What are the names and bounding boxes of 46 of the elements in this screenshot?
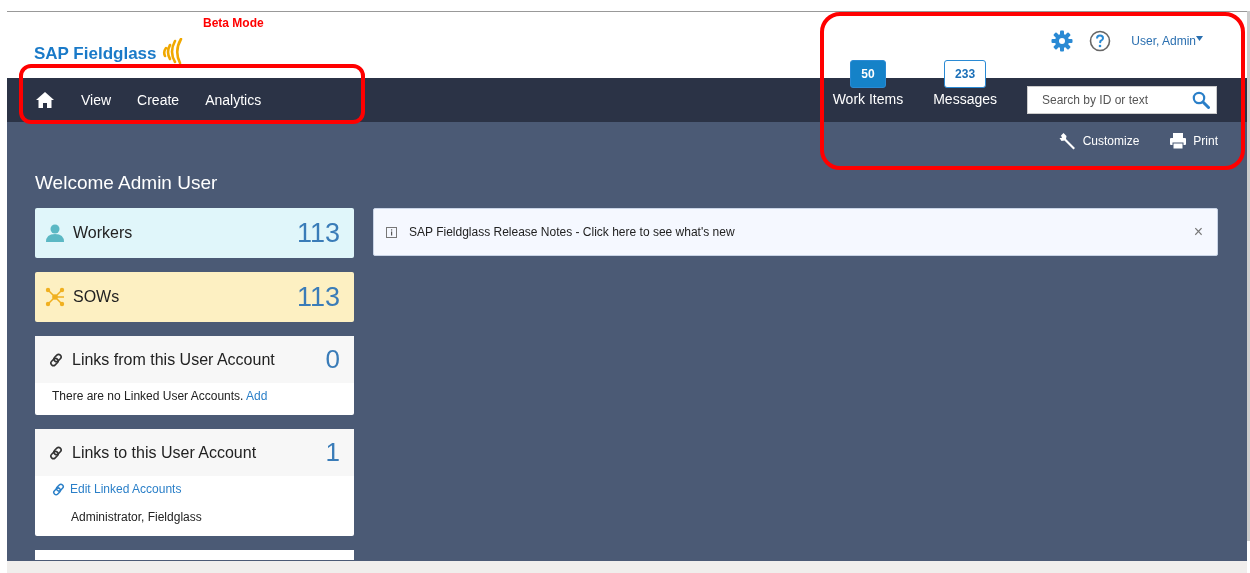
summary-tile[interactable]: Workers 113 xyxy=(35,208,354,258)
tile-label: Workers xyxy=(73,224,134,242)
logo[interactable]: SAP Fieldglass xyxy=(34,44,157,64)
release-notes-banner[interactable]: SAP Fieldglass Release Notes - Click here to see what's new × xyxy=(373,208,1218,256)
nav-item[interactable]: Create xyxy=(137,92,180,108)
network-icon xyxy=(45,287,65,307)
settings-icon[interactable] xyxy=(1051,30,1074,52)
welcome-heading: Welcome Admin User xyxy=(35,172,219,194)
mode-label: Beta Mode xyxy=(203,16,264,30)
toolbar-button[interactable]: Print xyxy=(1169,130,1218,152)
card-title: Links to this User Account xyxy=(72,443,258,462)
scrollbar[interactable] xyxy=(1247,11,1250,541)
logo-waves-icon xyxy=(160,38,185,64)
user-menu[interactable]: User, Admin xyxy=(1131,34,1203,48)
person-icon xyxy=(45,223,65,243)
tile-label: SOWs xyxy=(73,288,121,306)
caret-icon xyxy=(1196,36,1203,41)
help-icon[interactable] xyxy=(1089,30,1112,52)
home-icon[interactable] xyxy=(35,91,55,109)
link-icon xyxy=(49,445,63,460)
search-field[interactable]: Search by ID or text xyxy=(1027,86,1217,114)
card-count: 1 xyxy=(325,437,340,468)
nav-item[interactable]: View xyxy=(81,92,112,108)
nav-item[interactable]: Analytics xyxy=(205,92,262,108)
edit-link[interactable]: Edit Linked Accounts xyxy=(52,482,338,496)
count-badge[interactable]: 233 xyxy=(944,59,987,88)
count-badge[interactable]: 50 xyxy=(850,59,886,88)
nav-link[interactable]: Work Items xyxy=(832,90,904,107)
add-link[interactable]: Add xyxy=(246,389,268,403)
printer-icon xyxy=(1169,132,1188,150)
info-icon xyxy=(386,226,397,238)
link-icon xyxy=(49,352,63,367)
nav-link[interactable]: Messages xyxy=(933,90,997,107)
toolbar-button[interactable]: Customize xyxy=(1058,130,1140,152)
tile-count: 113 xyxy=(296,281,340,313)
card-title: Links from this User Account xyxy=(72,350,276,369)
search-icon[interactable] xyxy=(1192,91,1210,109)
tile-count: 113 xyxy=(296,217,340,249)
card-count: 0 xyxy=(325,344,340,375)
close-button[interactable]: × xyxy=(1191,223,1205,241)
wrench-icon xyxy=(1058,132,1077,150)
linked-account: Administrator, Fieldglass xyxy=(70,510,203,524)
card-message: There are no Linked User Accounts. Add xyxy=(52,389,269,403)
notice-text: SAP Fieldglass Release Notes - Click here to see what's new xyxy=(409,225,736,239)
link-icon xyxy=(52,482,65,496)
summary-tile[interactable]: SOWs 113 xyxy=(35,272,354,322)
